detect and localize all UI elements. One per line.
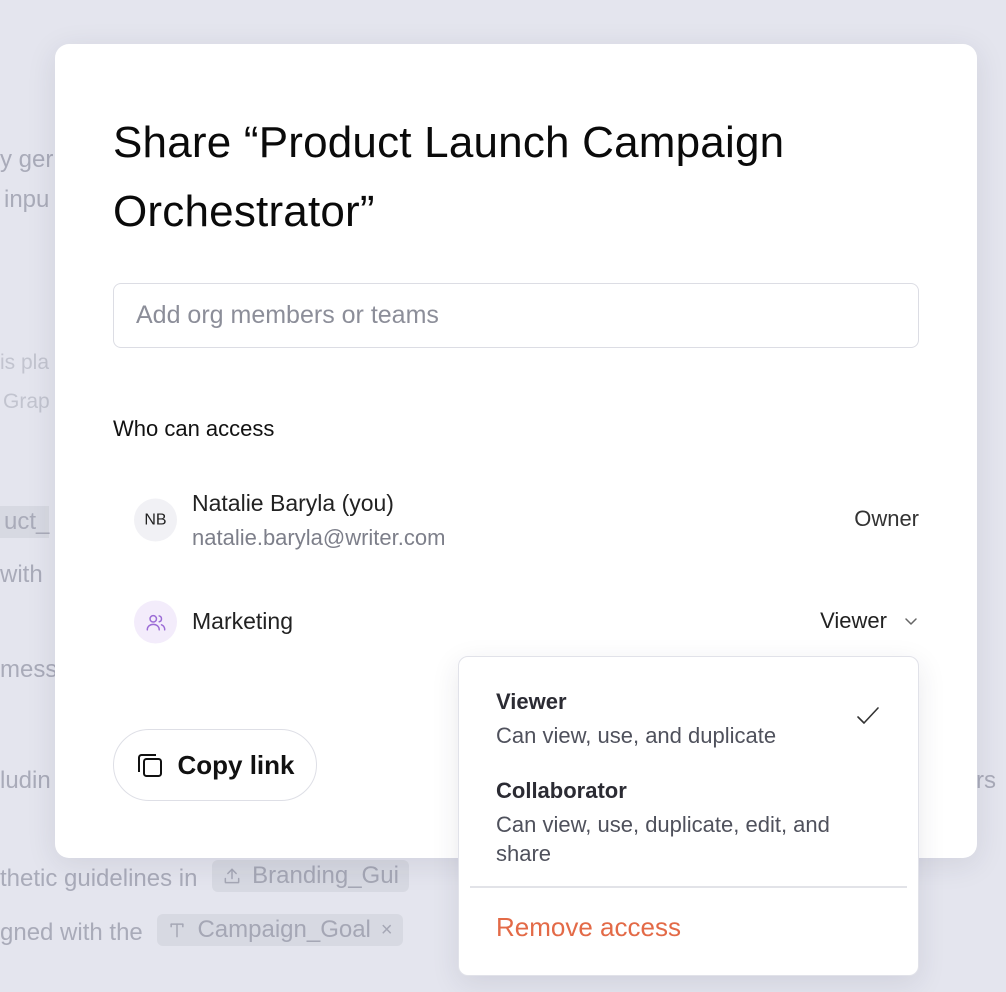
copy-link-button[interactable]: Copy link <box>113 729 317 801</box>
background-line: gned with the Campaign_Goal × <box>0 914 403 947</box>
role-option-viewer[interactable]: Viewer Can view, use, and duplicate <box>459 657 918 752</box>
role-select-label: Viewer <box>820 608 887 633</box>
close-icon: × <box>380 918 393 941</box>
background-text: rs <box>976 767 996 794</box>
background-text: y ger <box>0 146 54 173</box>
chip-label: Campaign_Goal <box>197 916 371 943</box>
upload-icon <box>224 868 240 884</box>
team-avatar <box>134 600 177 644</box>
member-email: natalie.baryla@writer.com <box>192 525 446 550</box>
check-icon <box>857 707 879 724</box>
background-text: is pla <box>0 351 50 374</box>
member-name: Marketing <box>192 608 293 634</box>
add-members-input[interactable] <box>113 283 919 348</box>
role-option-collaborator[interactable]: Collaborator Can view, use, duplicate, e… <box>459 752 918 882</box>
background-chip: Campaign_Goal × <box>157 914 403 946</box>
modal-title: Share “Product Launch Campaign Orchestra… <box>113 118 785 236</box>
option-title: Viewer <box>496 689 567 714</box>
background-text: with <box>0 561 43 588</box>
member-name: Natalie Baryla (you) <box>192 490 394 516</box>
background-text: gned with the <box>0 919 143 946</box>
access-section-label: Who can access <box>113 416 275 441</box>
role-label: Owner <box>854 506 919 531</box>
role-dropdown-menu: Viewer Can view, use, and duplicate Coll… <box>458 656 919 976</box>
background-text: thetic guidelines in <box>0 865 198 892</box>
copy-icon <box>138 754 163 777</box>
member-row-owner: NB Natalie Baryla (you) natalie.baryla@w… <box>134 490 919 550</box>
background-chip: Branding_Gui <box>212 860 409 892</box>
avatar: NB <box>134 498 177 542</box>
chevron-down-icon <box>905 618 917 625</box>
background-text: Grap <box>3 390 50 413</box>
option-description: Can view, use, duplicate, edit, and shar… <box>496 812 830 866</box>
background-line: thetic guidelines in Branding_Gui <box>0 860 409 893</box>
member-row-team: Marketing Viewer <box>134 592 919 652</box>
copy-link-label: Copy link <box>177 749 295 780</box>
background-text: ludin <box>0 767 51 794</box>
background-text: inpu <box>4 186 50 213</box>
text-icon <box>170 923 185 938</box>
background-text: uct_ <box>0 506 50 538</box>
option-title: Collaborator <box>496 778 627 803</box>
remove-access-button[interactable]: Remove access <box>496 912 681 943</box>
users-icon <box>146 614 165 631</box>
menu-divider <box>470 886 907 888</box>
chip-label: Branding_Gui <box>252 862 399 889</box>
option-description: Can view, use, and duplicate <box>496 723 777 748</box>
role-dropdown-trigger[interactable]: Viewer <box>820 608 919 634</box>
background-text: mess <box>0 656 58 683</box>
